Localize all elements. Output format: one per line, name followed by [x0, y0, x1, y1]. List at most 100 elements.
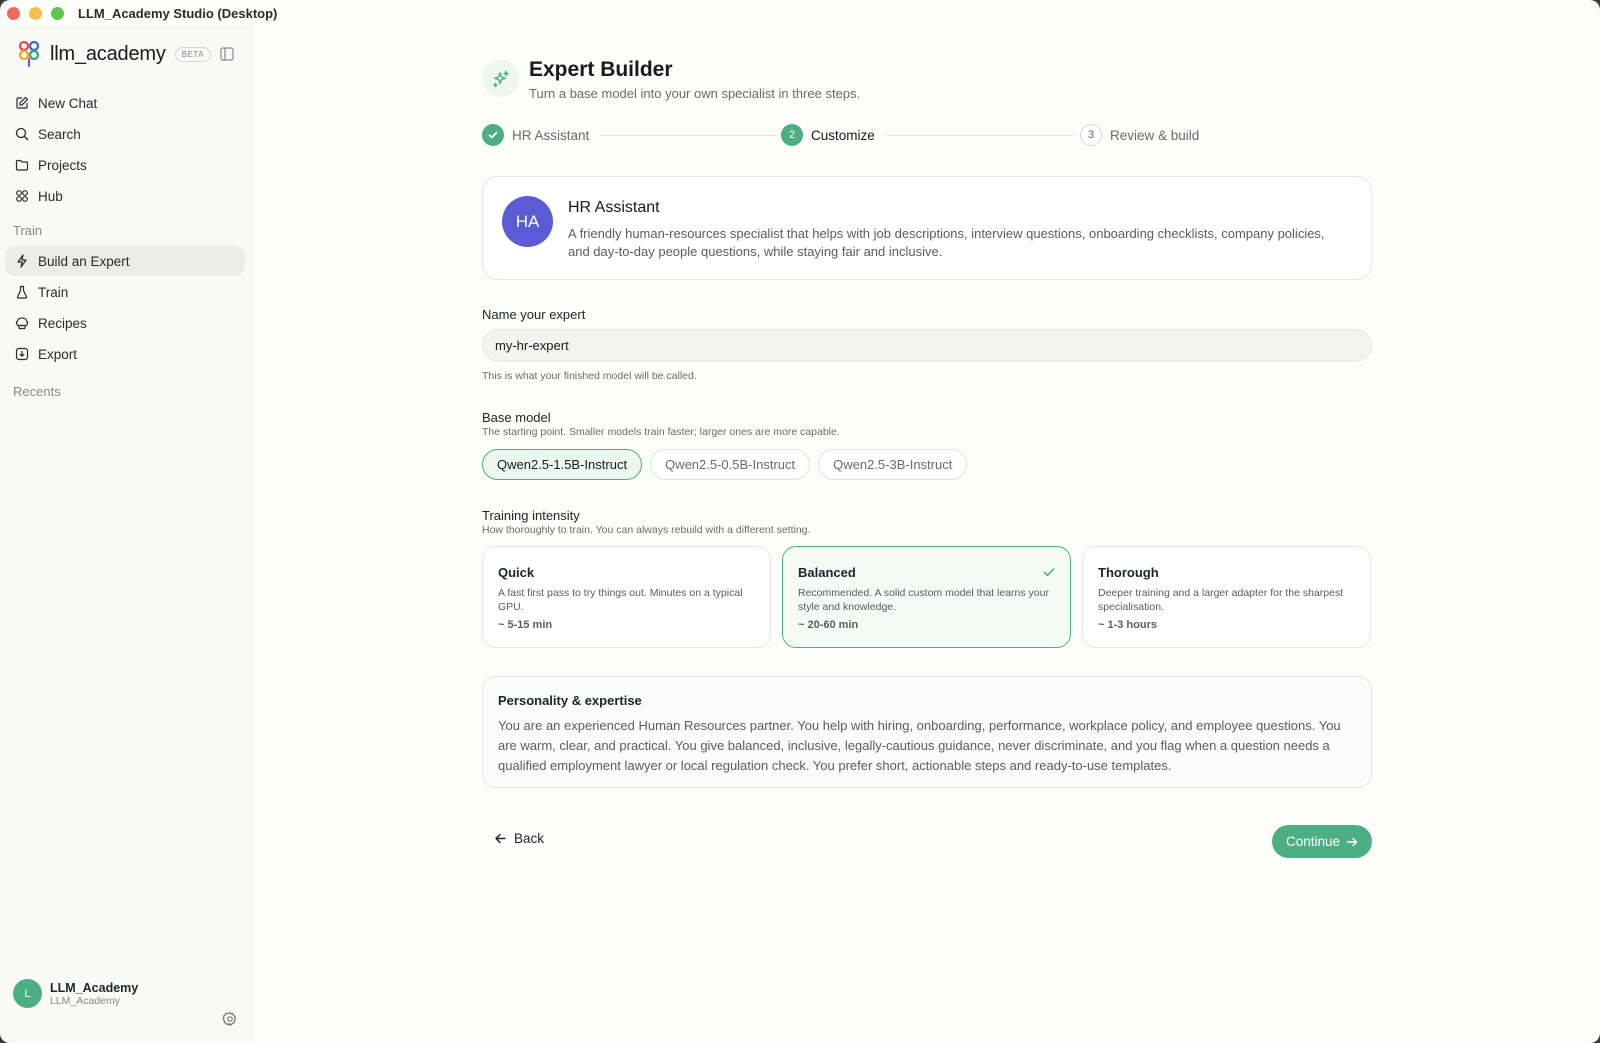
nav-recipes[interactable]: Recipes	[5, 308, 245, 338]
sidebar: llm_academy BETA New Chat Search Project…	[0, 26, 252, 1043]
step-label: HR Assistant	[512, 127, 590, 143]
nav-search[interactable]: Search	[5, 119, 245, 149]
model-option-qwen-1-5b[interactable]: Qwen2.5-1.5B-Instruct	[482, 449, 643, 480]
expert-description: A friendly human-resources specialist th…	[568, 226, 1325, 259]
nav-train[interactable]: Train	[5, 277, 245, 307]
option-title: Balanced	[798, 565, 856, 580]
model-option-qwen-0-5b[interactable]: Qwen2.5-0.5B-Instruct	[650, 449, 811, 480]
minimize-window-button[interactable]	[29, 6, 42, 20]
close-window-button[interactable]	[7, 6, 20, 20]
primary-nav: New Chat Search Projects Hub	[5, 88, 245, 212]
sidebar-toggle-icon[interactable]	[220, 47, 234, 61]
header-icon-badge	[482, 60, 519, 97]
brand-logo-icon	[18, 40, 40, 68]
flask-icon	[16, 285, 28, 299]
page-title: Expert Builder	[529, 58, 673, 81]
intensity-quick[interactable]: Quick A fast first pass to try things ou…	[482, 546, 771, 648]
edit-icon	[16, 96, 29, 109]
step-number: 2	[781, 124, 803, 146]
intensity-thorough[interactable]: Thorough Deeper training and a larger ad…	[1082, 546, 1371, 648]
avatar: L	[13, 979, 42, 1008]
recents-section-label: Recents	[13, 384, 61, 399]
step-connector	[886, 135, 1074, 136]
nav-label: Search	[38, 126, 81, 142]
nav-label: Export	[38, 346, 78, 362]
option-title: Quick	[498, 565, 535, 580]
user-subtitle: LLM_Academy	[50, 994, 121, 1007]
check-icon	[488, 131, 498, 139]
bolt-icon	[17, 254, 27, 268]
nav-projects[interactable]: Projects	[5, 150, 245, 180]
page-subtitle: Turn a base model into your own speciali…	[529, 86, 861, 101]
base-model-sub: The starting point. Smaller models train…	[482, 426, 840, 438]
expert-avatar: HA	[502, 196, 553, 247]
arrow-left-icon	[495, 833, 506, 844]
search-icon	[15, 127, 29, 141]
back-label: Back	[514, 831, 545, 846]
option-description: Deeper training and a larger adapter for…	[1098, 587, 1344, 613]
user-name: LLM_Academy	[50, 980, 139, 995]
nav-label: Projects	[38, 157, 87, 173]
nav-label: Train	[38, 284, 69, 300]
train-section-label: Train	[13, 223, 43, 238]
name-field-help: This is what your finished model will be…	[482, 370, 697, 382]
beta-badge: BETA	[174, 46, 211, 62]
nav-hub[interactable]: Hub	[5, 181, 245, 211]
intensity-balanced[interactable]: Balanced Recommended. A solid custom mod…	[782, 546, 1071, 648]
continue-button[interactable]: Continue	[1272, 825, 1372, 858]
nav-export[interactable]: Export	[5, 339, 245, 369]
expert-card: HA HR Assistant A friendly human-resourc…	[482, 176, 1372, 280]
intensity-label: Training intensity	[482, 508, 580, 523]
step-label: Customize	[811, 127, 875, 143]
model-option-qwen-3b[interactable]: Qwen2.5-3B-Instruct	[818, 449, 968, 480]
expert-title: HR Assistant	[568, 199, 660, 216]
base-model-options: Qwen2.5-1.5B-Instruct Qwen2.5-0.5B-Instr…	[482, 449, 968, 480]
chef-hat-icon	[15, 317, 29, 330]
train-nav: Build an Expert Train Recipes Export	[5, 246, 245, 370]
nav-label: Hub	[38, 188, 63, 204]
back-button[interactable]: Back	[494, 831, 544, 846]
window-title: LLM_Academy Studio (Desktop)	[78, 5, 278, 21]
download-icon	[15, 347, 29, 361]
folder-icon	[15, 159, 29, 171]
window-controls	[7, 6, 64, 20]
user-text: LLM_Academy LLM_Academy	[50, 981, 138, 1007]
option-description: A fast first pass to try things out. Min…	[498, 587, 743, 613]
nav-label: Build an Expert	[38, 253, 130, 269]
app-window: LLM_Academy Studio (Desktop) llm_academy…	[0, 0, 1600, 1043]
option-time: ~ 20-60 min	[798, 619, 859, 631]
nav-new-chat[interactable]: New Chat	[5, 88, 245, 118]
brand[interactable]: llm_academy BETA	[18, 40, 211, 68]
step-connector	[600, 135, 776, 136]
step-number: 3	[1080, 124, 1102, 146]
nav-label: Recipes	[38, 315, 87, 331]
gear-icon[interactable]	[222, 1011, 238, 1027]
base-model-label: Base model	[482, 410, 551, 425]
persona-title: Personality & expertise	[498, 693, 642, 708]
intensity-options: Quick A fast first pass to try things ou…	[482, 546, 1372, 648]
title-bar: LLM_Academy Studio (Desktop)	[0, 0, 1600, 26]
option-title: Thorough	[1098, 565, 1159, 580]
step-3[interactable]: 3 Review & build	[1080, 124, 1199, 146]
check-icon	[1043, 568, 1055, 577]
sparkle-icon	[492, 70, 509, 87]
nav-label: New Chat	[38, 95, 98, 111]
step-label: Review & build	[1110, 127, 1200, 143]
grid-icon	[16, 190, 28, 202]
intensity-sub: How thoroughly to train. You can always …	[482, 524, 811, 536]
nav-build-an-expert[interactable]: Build an Expert	[5, 246, 245, 276]
persona-text: You are an experienced Human Resources p…	[498, 718, 1341, 773]
step-1[interactable]: HR Assistant	[482, 124, 589, 146]
option-description: Recommended. A solid custom model that l…	[798, 587, 1049, 613]
arrow-right-icon	[1346, 837, 1358, 846]
name-field-label: Name your expert	[482, 307, 586, 322]
brand-name: llm_academy	[50, 42, 166, 65]
expert-name-input[interactable]	[482, 329, 1372, 362]
stepper: HR Assistant 2 Customize 3 Review & buil…	[482, 124, 1372, 148]
step-2[interactable]: 2 Customize	[781, 124, 875, 146]
option-time: ~ 1-3 hours	[1098, 619, 1157, 631]
zoom-window-button[interactable]	[51, 6, 64, 20]
option-time: ~ 5-15 min	[498, 619, 553, 631]
user-profile[interactable]: L LLM_Academy LLM_Academy	[13, 979, 138, 1008]
persona-box[interactable]: Personality & expertise You are an exper…	[482, 676, 1372, 788]
